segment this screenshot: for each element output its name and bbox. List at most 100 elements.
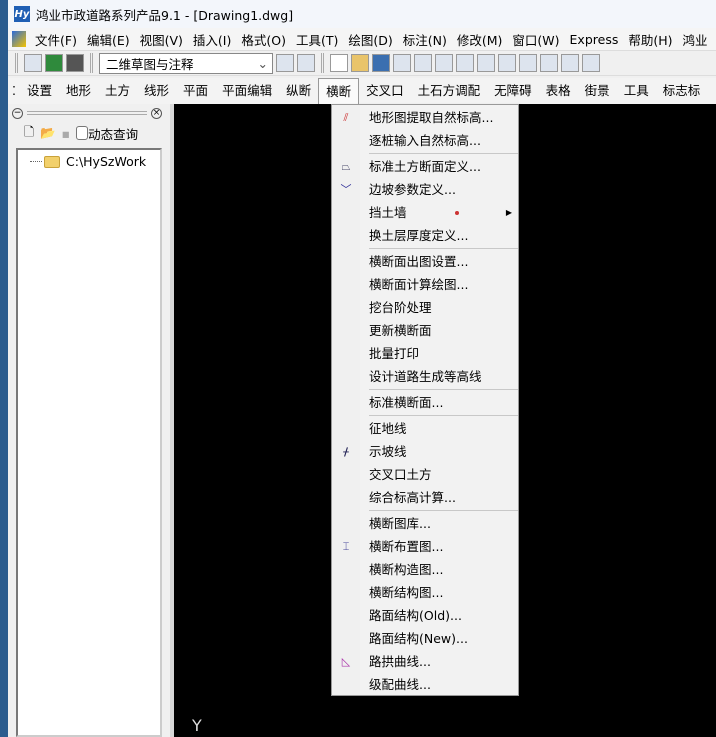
tab-2[interactable]: 土方 bbox=[98, 78, 137, 104]
tab-12[interactable]: 街景 bbox=[578, 78, 617, 104]
side-panel: − × 🗋 📂 ▪ 动态查询 C:\HySzWork bbox=[8, 104, 166, 737]
cursor-dot bbox=[455, 211, 459, 215]
menu-1[interactable]: 编辑(E) bbox=[82, 30, 135, 49]
menu-item-label: 横断结构图... bbox=[369, 585, 444, 600]
tab-3[interactable]: 线形 bbox=[137, 78, 176, 104]
menu-item-label: 逐桩输入自然标高... bbox=[369, 133, 481, 148]
submenu-arrow-icon: ▶ bbox=[505, 208, 512, 217]
menu-2[interactable]: 视图(V) bbox=[135, 30, 188, 49]
open-folder-icon[interactable]: 📂 bbox=[40, 125, 56, 141]
gear-icon[interactable] bbox=[276, 54, 294, 72]
menu-item[interactable]: 交叉口土方 bbox=[332, 463, 518, 486]
menu-item[interactable]: 标准土方断面定义... ⏢ bbox=[332, 155, 518, 178]
menu-5[interactable]: 工具(T) bbox=[291, 30, 343, 49]
panel-grip[interactable] bbox=[27, 111, 147, 115]
tool-icon[interactable] bbox=[66, 54, 84, 72]
print-icon[interactable] bbox=[393, 54, 411, 72]
menu-item[interactable]: 横断构造图... bbox=[332, 558, 518, 581]
menu-item[interactable]: 横断布置图... ⌶ bbox=[332, 535, 518, 558]
menu-item[interactable]: 横断面出图设置... bbox=[332, 250, 518, 273]
menu-item[interactable]: 示坡线 ᚋ bbox=[332, 440, 518, 463]
dynamic-query-checkbox[interactable] bbox=[76, 126, 89, 140]
app-logo-icon: Hy bbox=[14, 6, 30, 22]
save-icon[interactable]: ▪ bbox=[62, 126, 70, 141]
layers-icon[interactable] bbox=[561, 54, 579, 72]
tab-5[interactable]: 平面编辑 bbox=[215, 78, 279, 104]
new-file-icon[interactable]: 🗋 bbox=[24, 123, 34, 144]
menu-11[interactable]: 帮助(H) bbox=[623, 30, 677, 49]
menu-item[interactable]: 换土层厚度定义... bbox=[332, 224, 518, 247]
tree-connector bbox=[30, 161, 42, 162]
menu-9[interactable]: 窗口(W) bbox=[507, 30, 564, 49]
tab-11[interactable]: 表格 bbox=[539, 78, 578, 104]
menu-item[interactable]: 挖台阶处理 bbox=[332, 296, 518, 319]
menu-item[interactable]: 级配曲线... bbox=[332, 673, 518, 696]
tab-14[interactable]: 标志标 bbox=[656, 78, 708, 104]
redo-icon[interactable] bbox=[540, 54, 558, 72]
menu-item[interactable]: 路拱曲线... ◺ bbox=[332, 650, 518, 673]
menu-item[interactable]: 更新横断面 bbox=[332, 319, 518, 342]
menu-item[interactable]: 横断图库... bbox=[332, 512, 518, 535]
tab-6[interactable]: 纵断 bbox=[279, 78, 318, 104]
preview-icon[interactable] bbox=[414, 54, 432, 72]
menu-item-label: 标准土方断面定义... bbox=[369, 159, 481, 174]
tree-node[interactable]: C:\HySzWork bbox=[18, 154, 160, 169]
menu-item[interactable]: 地形图提取自然标高... ⫽ bbox=[332, 106, 518, 129]
menu-item[interactable]: 设计道路生成等高线 bbox=[332, 365, 518, 388]
menu-item[interactable]: 征地线 bbox=[332, 417, 518, 440]
tab-1[interactable]: 地形 bbox=[59, 78, 98, 104]
workspace-icon[interactable] bbox=[297, 54, 315, 72]
y-axis-label: Y bbox=[192, 716, 202, 735]
toolbar-grip[interactable] bbox=[321, 53, 324, 73]
toolbar-grip[interactable] bbox=[90, 53, 93, 73]
toolbar-grip[interactable] bbox=[15, 53, 18, 73]
tool-icon[interactable] bbox=[24, 54, 42, 72]
workspace-select[interactable]: 二维草图与注释 ⌄ bbox=[99, 52, 273, 74]
match-icon[interactable] bbox=[498, 54, 516, 72]
menu-item[interactable]: 标准横断面... bbox=[332, 391, 518, 414]
menu-item-label: 路拱曲线... bbox=[369, 654, 431, 669]
menu-4[interactable]: 格式(O) bbox=[236, 30, 291, 49]
grid-icon[interactable] bbox=[582, 54, 600, 72]
tab-9[interactable]: 土石方调配 bbox=[411, 78, 488, 104]
close-icon[interactable]: × bbox=[151, 107, 162, 119]
globe-icon[interactable] bbox=[456, 54, 474, 72]
menu-bar: 文件(F) 编辑(E) 视图(V) 插入(I) 格式(O) 工具(T) 绘图(D) 标注(N)… bbox=[8, 28, 716, 50]
undo-icon[interactable] bbox=[519, 54, 537, 72]
new-file-icon[interactable] bbox=[330, 54, 348, 72]
menu-item[interactable]: 逐桩输入自然标高... bbox=[332, 129, 518, 152]
tabs-grip[interactable]: ⁚ bbox=[8, 78, 20, 104]
menu-0[interactable]: 文件(F) bbox=[30, 30, 82, 49]
ribbon-tabs: ⁚ 设置 地形 土方 线形 平面 平面编辑 纵断 横断 交叉口 土石方调配 无障碍 表格 街景 工具 标志标 bbox=[8, 78, 716, 104]
menu-12[interactable]: 鸿业 bbox=[678, 30, 713, 49]
menu-item[interactable]: 边坡参数定义... ﹀ bbox=[332, 178, 518, 201]
menu-item[interactable]: 路面结构(New)... bbox=[332, 627, 518, 650]
tab-8[interactable]: 交叉口 bbox=[359, 78, 411, 104]
menu-item[interactable]: 批量打印 bbox=[332, 342, 518, 365]
menu-8[interactable]: 修改(M) bbox=[452, 30, 508, 49]
save-icon[interactable] bbox=[372, 54, 390, 72]
tab-10[interactable]: 无障碍 bbox=[487, 78, 539, 104]
tab-7[interactable]: 横断 bbox=[318, 78, 360, 104]
menu-item[interactable]: 综合标高计算... bbox=[332, 486, 518, 509]
menu-item[interactable]: 路面结构(Old)... bbox=[332, 604, 518, 627]
tool-icon[interactable] bbox=[45, 54, 63, 72]
menu-7[interactable]: 标注(N) bbox=[398, 30, 452, 49]
menu-item[interactable]: 横断面计算绘图... bbox=[332, 273, 518, 296]
publish-icon[interactable] bbox=[435, 54, 453, 72]
menu-app-icon[interactable] bbox=[12, 31, 26, 47]
tab-4[interactable]: 平面 bbox=[176, 78, 215, 104]
menu-item-label: 征地线 bbox=[369, 421, 407, 436]
menu-item-label: 横断图库... bbox=[369, 516, 431, 531]
brush-icon[interactable] bbox=[477, 54, 495, 72]
minimize-icon[interactable]: − bbox=[12, 107, 23, 119]
menu-item[interactable]: 挡土墙 ▶ bbox=[332, 201, 518, 224]
menu-item[interactable]: 横断结构图... bbox=[332, 581, 518, 604]
open-icon[interactable] bbox=[351, 54, 369, 72]
menu-3[interactable]: 插入(I) bbox=[188, 30, 236, 49]
menu-item-label: 换土层厚度定义... bbox=[369, 228, 469, 243]
tab-0[interactable]: 设置 bbox=[20, 78, 59, 104]
tab-13[interactable]: 工具 bbox=[617, 78, 656, 104]
menu-6[interactable]: 绘图(D) bbox=[343, 30, 397, 49]
menu-10[interactable]: Express bbox=[565, 32, 624, 47]
